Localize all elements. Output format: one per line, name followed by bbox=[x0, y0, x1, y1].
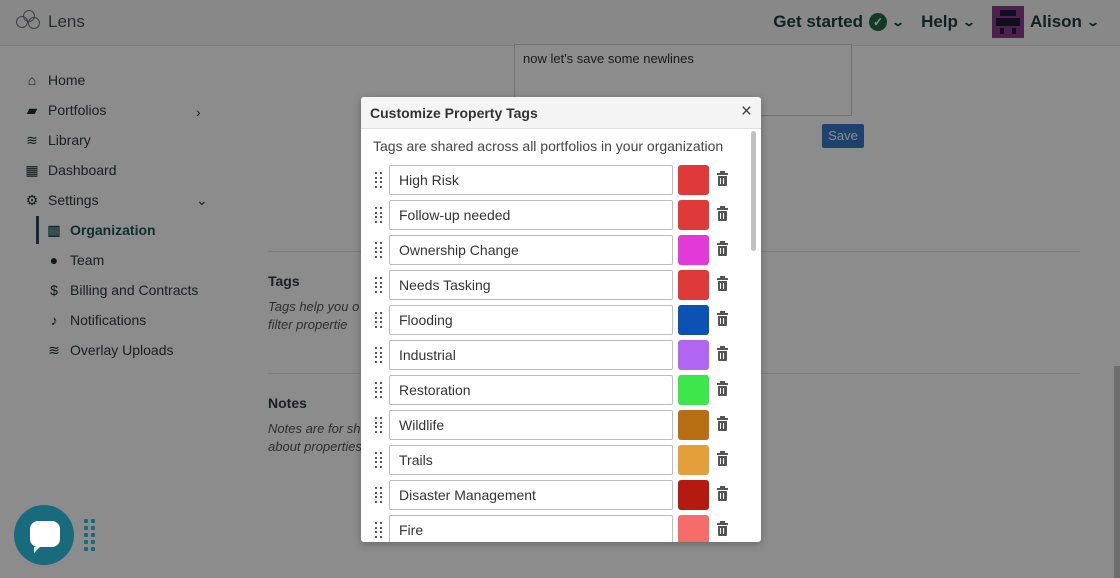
tag-row bbox=[361, 340, 751, 370]
tag-color-swatch[interactable] bbox=[678, 515, 709, 542]
tag-row bbox=[361, 375, 751, 405]
customize-tags-modal: Customize Property Tags × Tags are share… bbox=[361, 97, 761, 542]
tag-color-swatch[interactable] bbox=[678, 165, 709, 195]
tag-row bbox=[361, 305, 751, 335]
trash-icon[interactable] bbox=[717, 171, 728, 186]
tag-name-input[interactable] bbox=[389, 270, 673, 300]
drag-handle-icon[interactable] bbox=[375, 347, 383, 363]
tag-color-swatch[interactable] bbox=[678, 270, 709, 300]
modal-header: Customize Property Tags × bbox=[361, 97, 761, 129]
trash-icon[interactable] bbox=[717, 451, 728, 466]
tag-row bbox=[361, 515, 751, 542]
chat-drag-handle[interactable] bbox=[84, 519, 96, 553]
chat-bubble-icon bbox=[30, 521, 60, 553]
tag-name-input[interactable] bbox=[389, 305, 673, 335]
trash-icon[interactable] bbox=[717, 241, 728, 256]
tag-row bbox=[361, 235, 751, 265]
tag-color-swatch[interactable] bbox=[678, 480, 709, 510]
tag-row bbox=[361, 200, 751, 230]
drag-handle-icon[interactable] bbox=[375, 487, 383, 503]
tag-color-swatch[interactable] bbox=[678, 375, 709, 405]
tag-name-input[interactable] bbox=[389, 480, 673, 510]
tag-row bbox=[361, 480, 751, 510]
trash-icon[interactable] bbox=[717, 521, 728, 536]
drag-handle-icon[interactable] bbox=[375, 417, 383, 433]
tag-name-input[interactable] bbox=[389, 340, 673, 370]
close-icon[interactable]: × bbox=[741, 101, 752, 123]
trash-icon[interactable] bbox=[717, 381, 728, 396]
drag-handle-icon[interactable] bbox=[375, 382, 383, 398]
tag-name-input[interactable] bbox=[389, 200, 673, 230]
tag-name-input[interactable] bbox=[389, 235, 673, 265]
tag-name-input[interactable] bbox=[389, 515, 673, 542]
tag-row bbox=[361, 410, 751, 440]
tag-name-input[interactable] bbox=[389, 165, 673, 195]
tag-color-swatch[interactable] bbox=[678, 235, 709, 265]
tag-color-swatch[interactable] bbox=[678, 340, 709, 370]
trash-icon[interactable] bbox=[717, 276, 728, 291]
drag-handle-icon[interactable] bbox=[375, 242, 383, 258]
trash-icon[interactable] bbox=[717, 206, 728, 221]
tag-row bbox=[361, 270, 751, 300]
modal-title: Customize Property Tags bbox=[370, 105, 538, 121]
tag-row bbox=[361, 445, 751, 475]
tag-row bbox=[361, 165, 751, 195]
tag-color-swatch[interactable] bbox=[678, 305, 709, 335]
tag-color-swatch[interactable] bbox=[678, 410, 709, 440]
drag-handle-icon[interactable] bbox=[375, 522, 383, 538]
drag-handle-icon[interactable] bbox=[375, 277, 383, 293]
drag-handle-icon[interactable] bbox=[375, 452, 383, 468]
tag-name-input[interactable] bbox=[389, 445, 673, 475]
modal-scrollbar-thumb[interactable] bbox=[751, 131, 756, 251]
tag-name-input[interactable] bbox=[389, 410, 673, 440]
drag-handle-icon[interactable] bbox=[375, 312, 383, 328]
tag-name-input[interactable] bbox=[389, 375, 673, 405]
chat-launcher-button[interactable] bbox=[14, 505, 74, 565]
trash-icon[interactable] bbox=[717, 416, 728, 431]
trash-icon[interactable] bbox=[717, 311, 728, 326]
drag-handle-icon[interactable] bbox=[375, 172, 383, 188]
trash-icon[interactable] bbox=[717, 346, 728, 361]
drag-handle-icon[interactable] bbox=[375, 207, 383, 223]
tag-color-swatch[interactable] bbox=[678, 445, 709, 475]
modal-description: Tags are shared across all portfolios in… bbox=[373, 138, 724, 154]
tag-color-swatch[interactable] bbox=[678, 200, 709, 230]
trash-icon[interactable] bbox=[717, 486, 728, 501]
